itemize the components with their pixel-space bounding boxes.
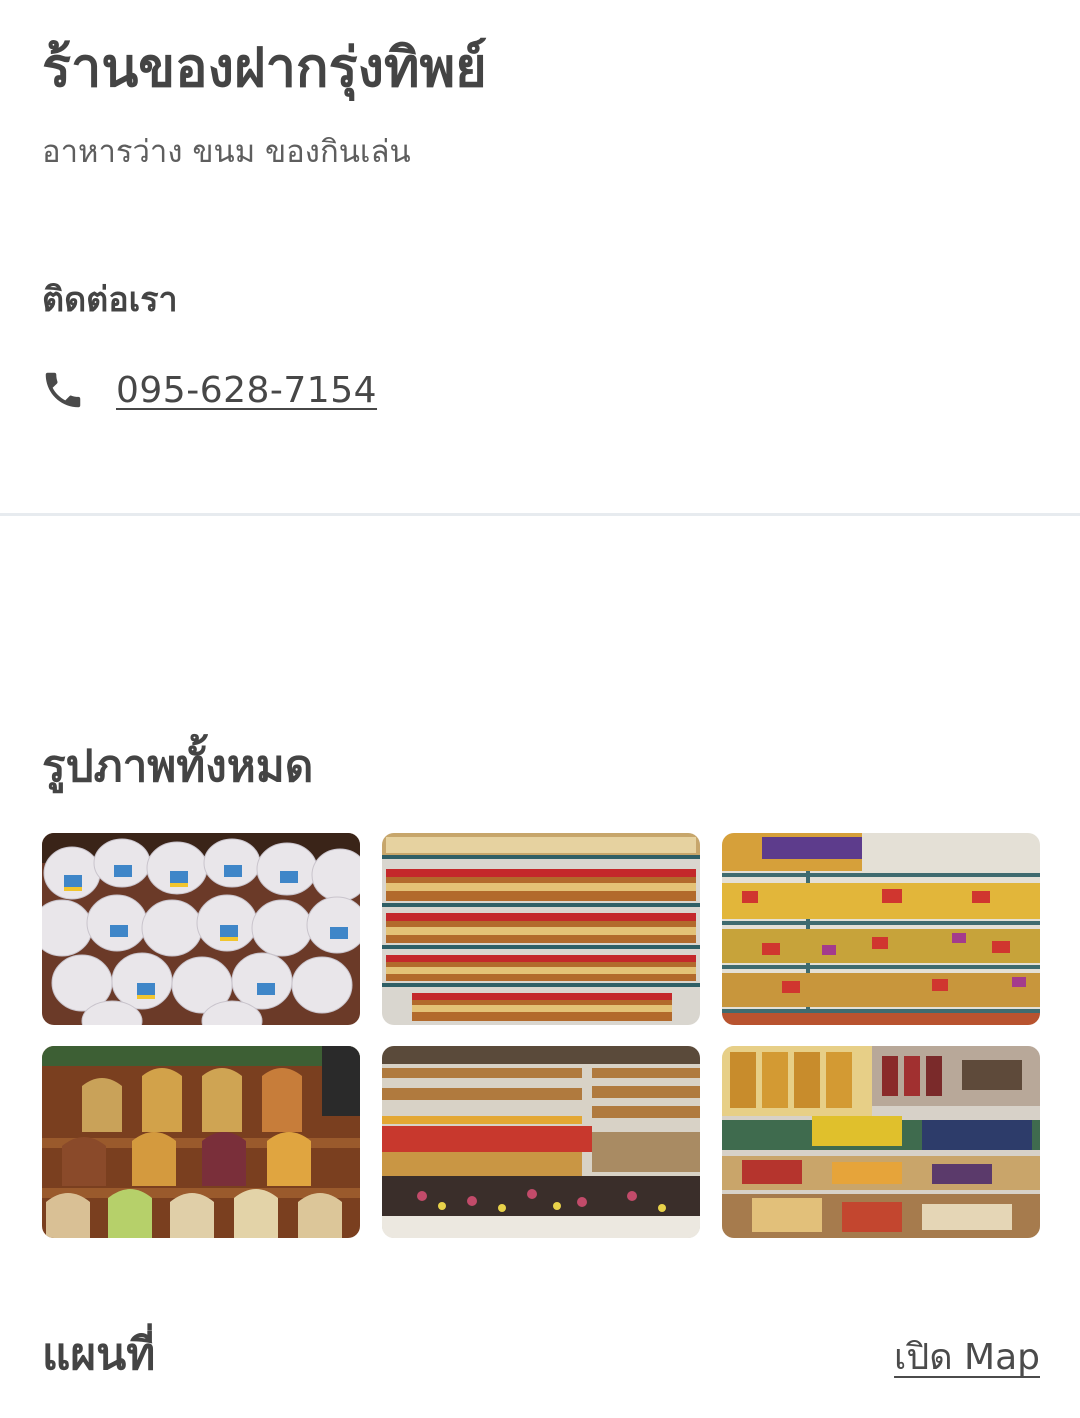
photos-heading: รูปภาพทั้งหมด: [42, 741, 314, 792]
shop-category: อาหารว่าง ขนม ของกินเล่น: [42, 134, 411, 170]
photo-store-display-counter[interactable]: [382, 1046, 700, 1238]
photo-shelves-colorful-packs[interactable]: [722, 833, 1040, 1025]
open-map-link[interactable]: เปิด Map: [894, 1328, 1040, 1385]
phone-number-link[interactable]: 095-628-7154: [116, 370, 377, 411]
phone-row[interactable]: 095-628-7154: [40, 362, 377, 418]
photo-packaged-snacks-rows[interactable]: [722, 1046, 1040, 1238]
photo-shelves-jars-red[interactable]: [382, 833, 700, 1025]
section-divider: [0, 513, 1080, 516]
map-heading: แผนที่: [42, 1329, 156, 1380]
shop-title: ร้านของฝากรุ่งทิพย์: [42, 36, 487, 99]
photo-snack-bags-white[interactable]: [42, 833, 360, 1025]
photo-grid: [42, 833, 1040, 1238]
photo-clear-bags-nuts[interactable]: [42, 1046, 360, 1238]
phone-icon: [40, 367, 86, 413]
contact-heading: ติดต่อเรา: [42, 280, 178, 320]
